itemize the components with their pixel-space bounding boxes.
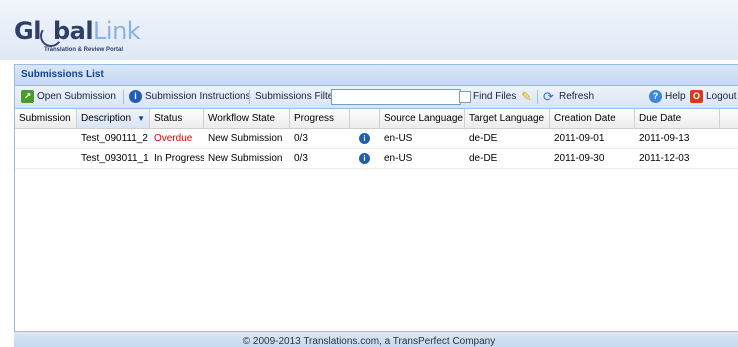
toolbar-separator — [123, 90, 124, 104]
column-header-status[interactable]: Status — [150, 109, 204, 128]
toolbar: ↗ Open Submission i Submission Instructi… — [15, 86, 738, 109]
cell-submission — [15, 149, 77, 168]
info-icon[interactable]: i — [359, 153, 370, 164]
logo-text-gl: Gl — [14, 17, 41, 45]
column-header-source-language[interactable]: Source Language — [380, 109, 465, 128]
column-header-due-date[interactable]: Due Date — [635, 109, 720, 128]
cell-submission — [15, 129, 77, 148]
column-header-progress[interactable]: Progress — [290, 109, 350, 128]
info-icon[interactable]: i — [359, 133, 370, 144]
cell-target-language: de-DE — [469, 133, 498, 144]
cell-progress: 0/3 — [294, 133, 308, 144]
broom-clear-icon[interactable]: ✎ — [521, 86, 532, 108]
logo-tagline: Translation & Review Portal — [44, 47, 124, 53]
cell-source-language: en-US — [384, 153, 413, 164]
cell-due-date: 2011-12-03 — [639, 153, 690, 164]
cell-workflow-state: New Submission — [208, 133, 283, 144]
column-header-description-label: Description — [81, 113, 132, 124]
table-row[interactable]: Test_093011_1 In Progress New Submission… — [15, 149, 738, 169]
app-header: Gl​balLink Translation & Review Portal — [0, 0, 738, 60]
toolbar-separator — [249, 90, 250, 104]
cell-target-language: de-DE — [469, 153, 498, 164]
info-icon: i — [129, 90, 142, 103]
cell-status: In Progress — [154, 153, 204, 164]
refresh-button[interactable]: Refresh — [559, 86, 594, 108]
toolbar-separator — [537, 90, 538, 104]
open-submission-button[interactable]: Open Submission — [37, 86, 116, 108]
sort-dropdown-icon[interactable]: ▼ — [137, 109, 145, 128]
help-icon: ? — [649, 90, 662, 103]
copyright-footer: © 2009-2013 Translations.com, a TransPer… — [242, 336, 496, 347]
cell-progress: 0/3 — [294, 153, 308, 164]
column-header-info[interactable] — [350, 109, 380, 128]
find-files-label: Find Files — [473, 91, 517, 102]
column-header-workflow-state[interactable]: Workflow State — [204, 109, 290, 128]
cell-due-date: 2011-09-13 — [639, 133, 690, 144]
cell-description: Test_090111_2 — [81, 133, 148, 144]
logout-icon: O — [690, 90, 703, 103]
grid-header: Submission Description ▼ Status Workflow… — [15, 109, 738, 129]
cell-status: Overdue — [154, 133, 193, 144]
submission-instructions-button[interactable]: Submission Instructions — [145, 86, 251, 108]
cell-workflow-state: New Submission — [208, 153, 283, 164]
cell-creation-date: 2011-09-01 — [554, 133, 605, 144]
logo-text-link: Link — [93, 17, 141, 45]
table-row[interactable]: Test_090111_2 Overdue New Submission 0/3… — [15, 129, 738, 149]
help-button[interactable]: Help — [665, 86, 686, 108]
submissions-filter-label: Submissions Filter — [255, 91, 337, 102]
cell-source-language: en-US — [384, 133, 413, 144]
logout-button[interactable]: Logout — [706, 86, 737, 108]
refresh-icon: ⟳ — [543, 89, 554, 104]
panel-title: Submissions List — [15, 65, 738, 86]
cell-description: Test_093011_1 — [81, 153, 149, 164]
cell-creation-date: 2011-09-30 — [554, 153, 605, 164]
column-header-target-language[interactable]: Target Language — [465, 109, 550, 128]
column-header-submission[interactable]: Submission — [15, 109, 77, 128]
find-files-checkbox[interactable] — [459, 91, 471, 103]
open-submission-icon: ↗ — [21, 90, 34, 103]
column-header-description[interactable]: Description ▼ — [77, 109, 150, 128]
submissions-panel: Submissions List ↗ Open Submission i Sub… — [14, 64, 738, 332]
submissions-filter-input[interactable] — [331, 89, 461, 105]
column-header-creation-date[interactable]: Creation Date — [550, 109, 635, 128]
